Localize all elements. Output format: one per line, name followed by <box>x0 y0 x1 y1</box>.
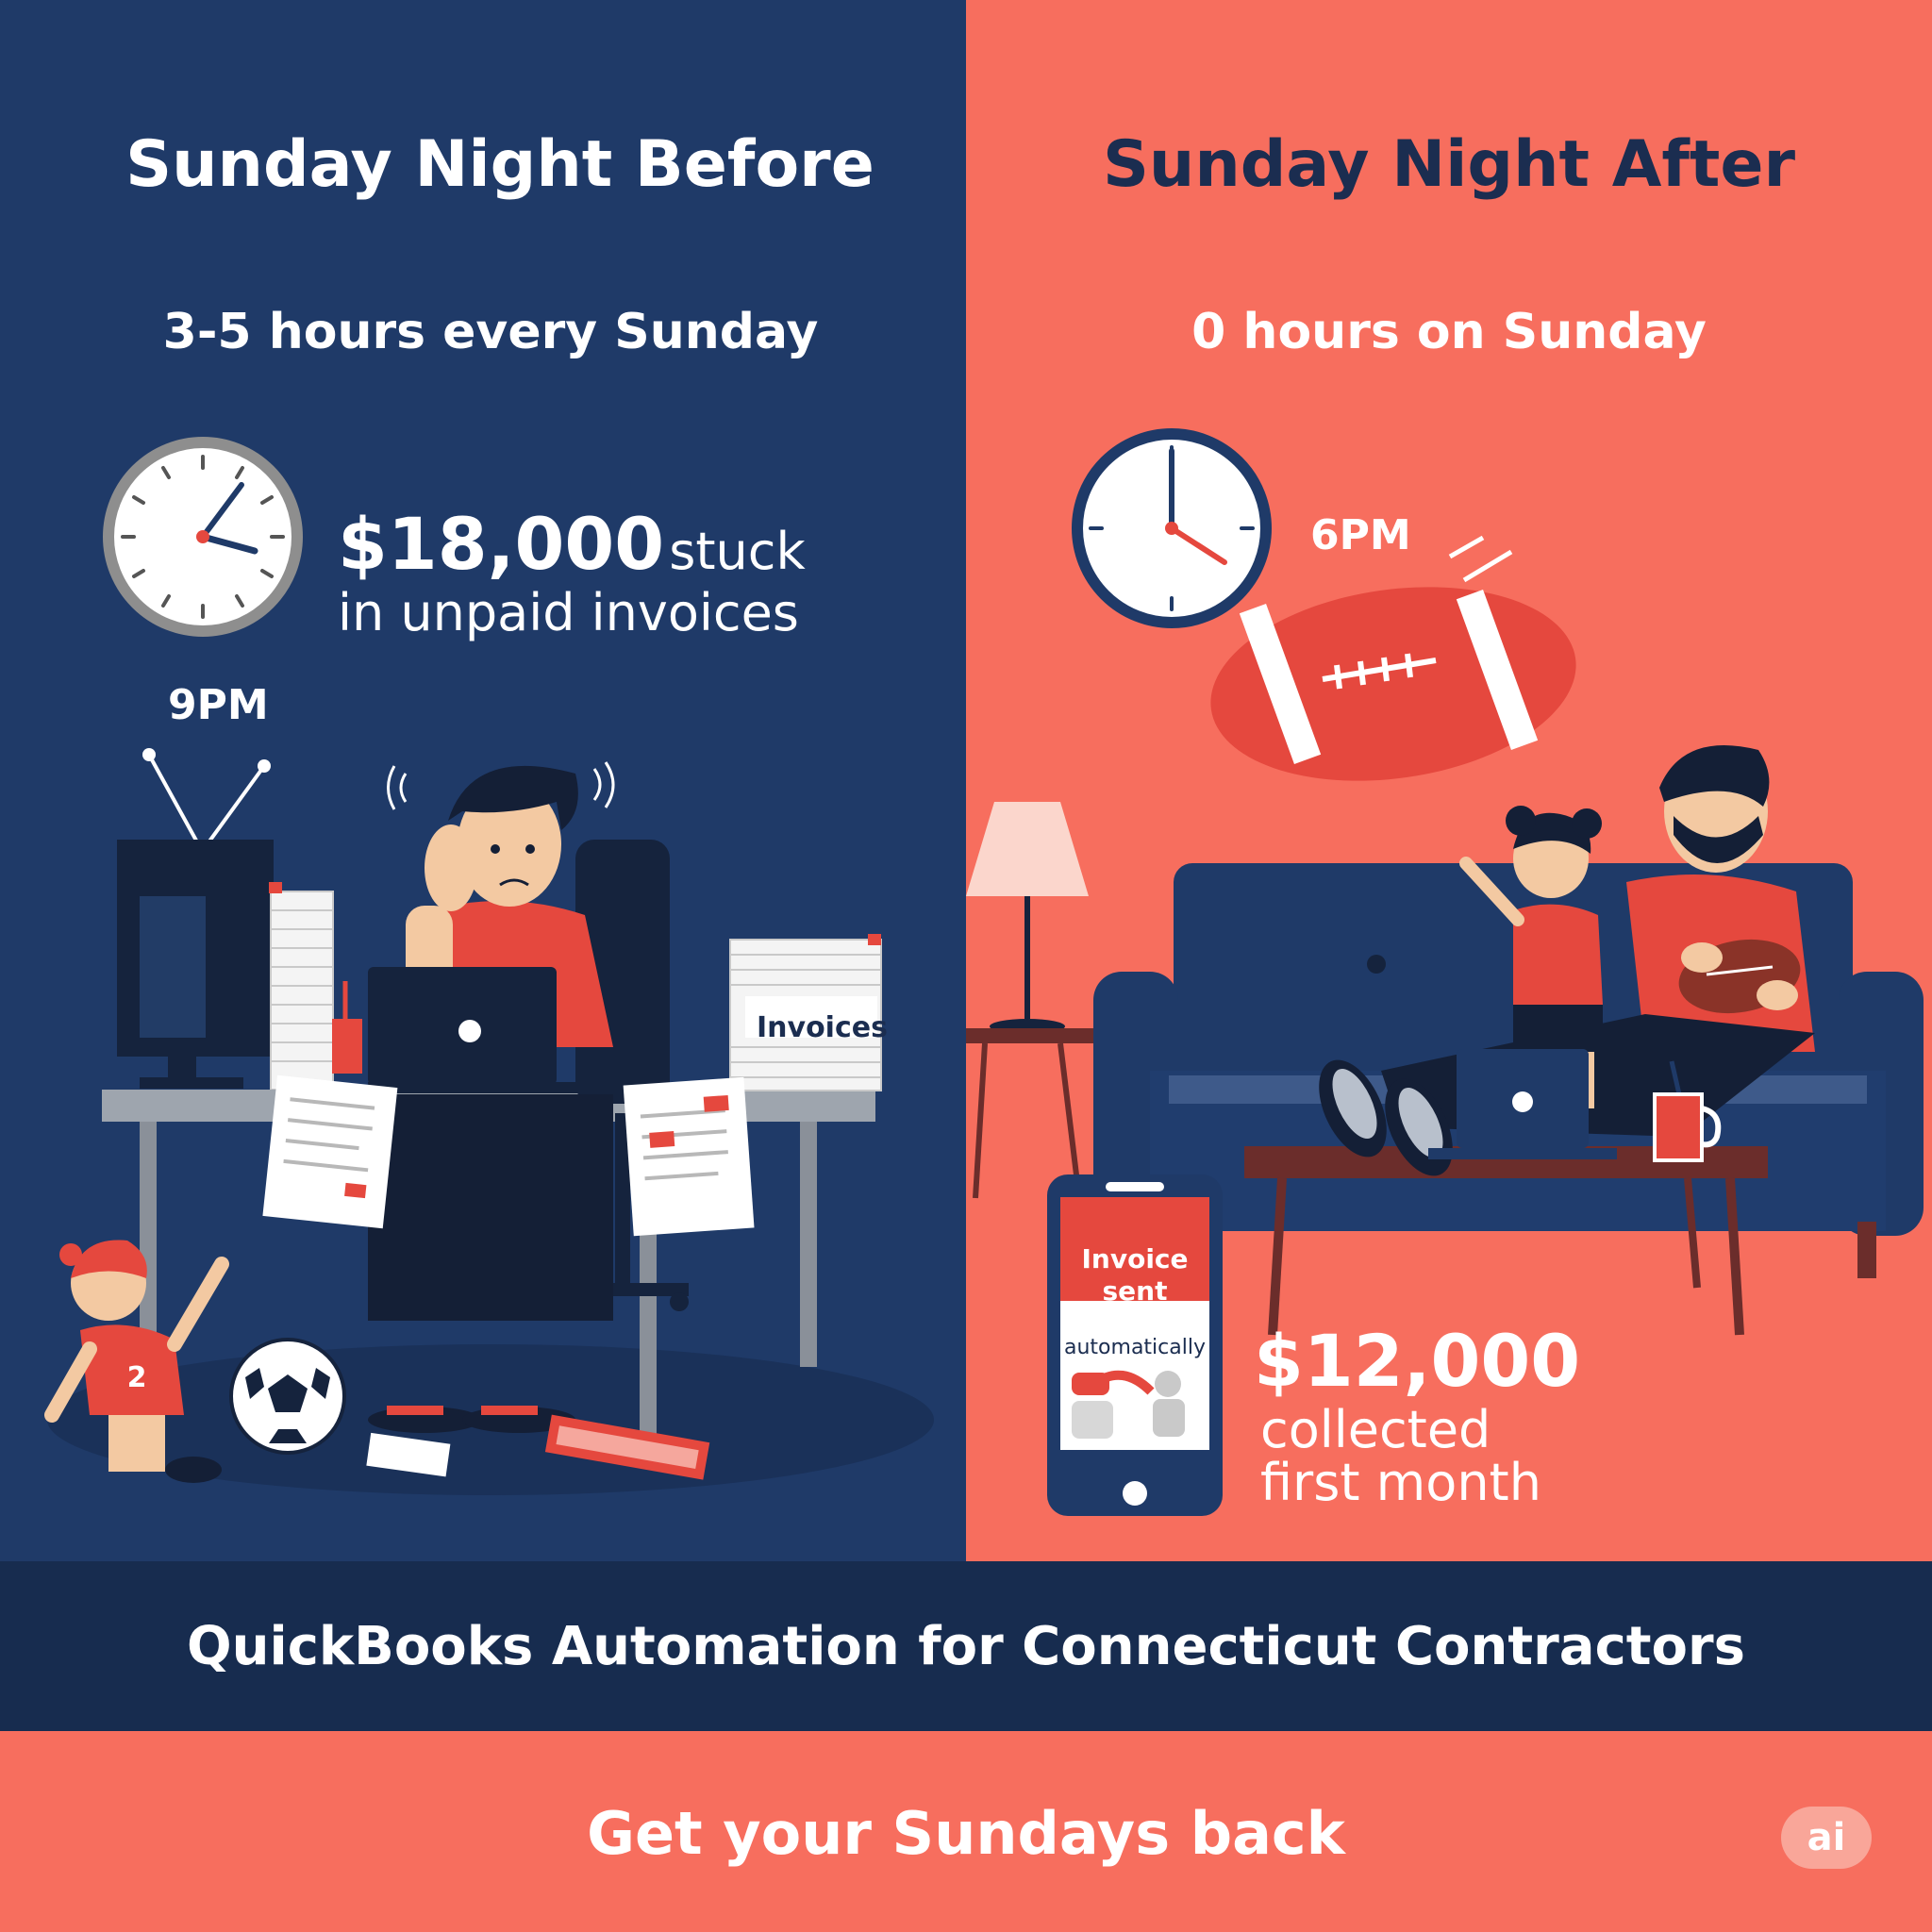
phone-line1: Invoice <box>1081 1243 1189 1274</box>
tv-icon <box>117 748 274 1089</box>
floor-phone <box>366 1432 451 1477</box>
before-amount-suffix: stuck <box>669 522 806 581</box>
ai-badge: ai <box>1781 1807 1872 1869</box>
after-panel: 6PM Invoice sent automatically $12,000 c… <box>966 0 1932 1561</box>
lamp-icon <box>966 802 1089 1034</box>
red-mug-icon <box>1653 1060 1722 1162</box>
after-hours: 0 hours on Sunday <box>1191 304 1707 360</box>
cta-bar: Get your Sundays back ai <box>0 1731 1932 1932</box>
side-table <box>966 1028 1093 1199</box>
before-amount-value: $18,000 <box>338 502 665 586</box>
infographic: $18,000 stuck in unpaid invoices 9PM Inv… <box>0 0 1932 1932</box>
after-title: Sunday Night After <box>1102 127 1796 202</box>
floor-notebook <box>544 1414 710 1480</box>
laptop-after-icon <box>1428 1049 1617 1159</box>
phone-line3: automatically <box>1064 1336 1206 1359</box>
child-before: 2 <box>44 1240 229 1483</box>
before-panel: $18,000 stuck in unpaid invoices 9PM Inv… <box>0 0 966 1561</box>
before-hours: 3-5 hours every Sunday <box>162 304 819 360</box>
laptop-icon <box>368 967 585 1093</box>
after-amount-caption-1: collected <box>1260 1400 1491 1459</box>
invoices-label: Invoices <box>757 1011 888 1044</box>
jersey-number: 2 <box>127 1361 147 1394</box>
scattered-invoice-2 <box>623 1076 755 1237</box>
clock-9pm-icon <box>103 437 303 637</box>
phone-line2: sent <box>1102 1275 1168 1307</box>
after-amount-value: $12,000 <box>1254 1319 1581 1403</box>
banner-text: QuickBooks Automation for Connecticut Co… <box>187 1616 1745 1677</box>
before-amount-caption: in unpaid invoices <box>338 583 799 642</box>
soccer-ball-icon <box>229 1338 346 1455</box>
before-amount: $18,000 stuck <box>338 502 806 586</box>
after-amount-caption-2: first month <box>1260 1453 1541 1512</box>
banner: QuickBooks Automation for Connecticut Co… <box>0 1561 1932 1731</box>
before-time-label: 9PM <box>168 681 269 729</box>
scattered-invoice-1 <box>262 1074 398 1229</box>
cta-text: Get your Sundays back <box>587 1799 1345 1868</box>
before-title: Sunday Night Before <box>125 127 874 202</box>
